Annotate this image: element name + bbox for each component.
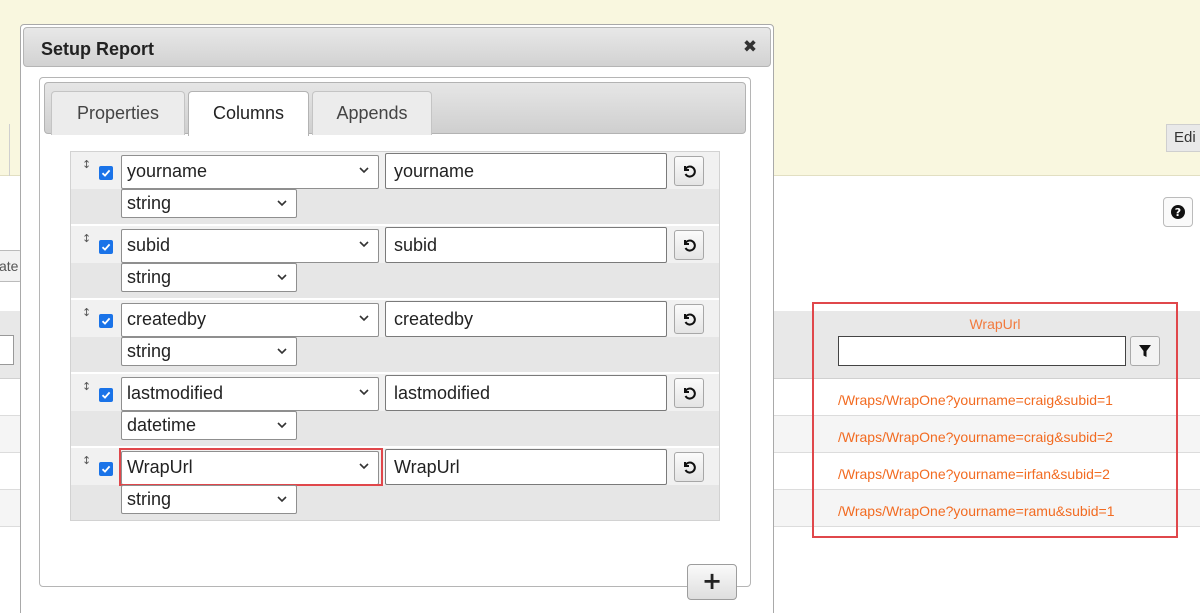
undo-icon bbox=[684, 387, 696, 400]
setup-report-dialog: Setup Report ✖ Properties Columns Append… bbox=[20, 24, 774, 613]
wrapurl-cell[interactable]: /Wraps/WrapOne?yourname=ramu&subid=1 bbox=[838, 503, 1115, 519]
drag-handle-icon[interactable]: ↕ bbox=[82, 158, 91, 171]
column-visible-checkbox[interactable] bbox=[99, 314, 113, 328]
tab-properties[interactable]: Properties bbox=[51, 91, 185, 135]
column-visible-checkbox[interactable] bbox=[99, 462, 113, 476]
chevron-down-icon bbox=[277, 274, 287, 281]
wrapurl-column-header[interactable]: WrapUrl bbox=[814, 316, 1176, 332]
wrapurl-select-highlight bbox=[119, 448, 383, 486]
drag-handle-icon[interactable]: ↕ bbox=[82, 454, 91, 467]
tabs-panel: Properties Columns Appends ↕ yourname yo… bbox=[39, 77, 751, 600]
undo-icon bbox=[684, 165, 696, 178]
column-field-select[interactable]: createdby bbox=[121, 303, 379, 337]
column-row: ↕ lastmodified lastmodified datetime bbox=[71, 374, 719, 446]
reset-button[interactable] bbox=[674, 378, 704, 408]
column-visible-checkbox[interactable] bbox=[99, 166, 113, 180]
chevron-down-icon bbox=[277, 348, 287, 355]
wrapurl-cell[interactable]: /Wraps/WrapOne?yourname=craig&subid=1 bbox=[838, 392, 1113, 408]
filter-button[interactable] bbox=[1130, 336, 1160, 366]
undo-icon bbox=[684, 461, 696, 474]
tab-columns[interactable]: Columns bbox=[188, 91, 309, 136]
column-display-name-input[interactable]: subid bbox=[385, 227, 667, 263]
column-row: ↕ yourname yourname string bbox=[71, 152, 719, 224]
column-type-select[interactable]: string bbox=[121, 485, 297, 514]
create-button[interactable]: ate bbox=[0, 250, 22, 282]
dialog-titlebar[interactable]: Setup Report ✖ bbox=[23, 27, 771, 67]
undo-icon bbox=[684, 239, 696, 252]
chevron-down-icon bbox=[359, 167, 369, 174]
wrapurl-filter-input[interactable] bbox=[838, 336, 1126, 366]
column-visible-checkbox[interactable] bbox=[99, 388, 113, 402]
column-type-select[interactable]: string bbox=[121, 263, 297, 292]
drag-handle-icon[interactable]: ↕ bbox=[82, 306, 91, 319]
chevron-down-icon bbox=[277, 200, 287, 207]
question-circle-icon: ? bbox=[1171, 205, 1185, 219]
drag-handle-icon[interactable]: ↕ bbox=[82, 380, 91, 393]
column-visible-checkbox[interactable] bbox=[99, 240, 113, 254]
close-icon[interactable]: ✖ bbox=[740, 37, 760, 57]
chevron-down-icon bbox=[277, 422, 287, 429]
wrapurl-column-highlight: WrapUrl /Wraps/WrapOne?yourname=craig&su… bbox=[812, 302, 1178, 538]
column-field-select[interactable]: subid bbox=[121, 229, 379, 263]
tab-appends[interactable]: Appends bbox=[312, 91, 432, 135]
reset-button[interactable] bbox=[674, 230, 704, 260]
column-row: ↕ WrapUrl WrapUrl string bbox=[71, 448, 719, 520]
column-display-name-input[interactable]: WrapUrl bbox=[385, 449, 667, 485]
column-type-select[interactable]: string bbox=[121, 337, 297, 366]
tab-strip: Properties Columns Appends bbox=[44, 82, 746, 136]
column-type-select[interactable]: datetime bbox=[121, 411, 297, 440]
background-tab-left[interactable] bbox=[0, 124, 10, 176]
column-field-select[interactable]: yourname bbox=[121, 155, 379, 189]
column-row: ↕ subid subid string bbox=[71, 226, 719, 298]
wrapurl-cell[interactable]: /Wraps/WrapOne?yourname=irfan&subid=2 bbox=[838, 466, 1110, 482]
reset-button[interactable] bbox=[674, 156, 704, 186]
column-display-name-input[interactable]: lastmodified bbox=[385, 375, 667, 411]
dialog-title: Setup Report bbox=[41, 39, 155, 59]
columns-list: ↕ yourname yourname string ↕ subid subid… bbox=[70, 151, 720, 521]
column-field-select[interactable]: lastmodified bbox=[121, 377, 379, 411]
column-display-name-input[interactable]: createdby bbox=[385, 301, 667, 337]
add-column-button[interactable]: + bbox=[687, 564, 737, 600]
filter-icon bbox=[1139, 345, 1151, 357]
column-row: ↕ createdby createdby string bbox=[71, 300, 719, 372]
chevron-down-icon bbox=[359, 389, 369, 396]
edit-tab[interactable]: Edi bbox=[1166, 124, 1200, 152]
undo-icon bbox=[684, 313, 696, 326]
column-type-select[interactable]: string bbox=[121, 189, 297, 218]
wrapurl-cell[interactable]: /Wraps/WrapOne?yourname=craig&subid=2 bbox=[838, 429, 1113, 445]
chevron-down-icon bbox=[277, 496, 287, 503]
reset-button[interactable] bbox=[674, 304, 704, 334]
grid-filter-input-left[interactable] bbox=[0, 335, 14, 365]
column-display-name-input[interactable]: yourname bbox=[385, 153, 667, 189]
reset-button[interactable] bbox=[674, 452, 704, 482]
drag-handle-icon[interactable]: ↕ bbox=[82, 232, 91, 245]
help-button[interactable]: ? bbox=[1163, 197, 1193, 227]
chevron-down-icon bbox=[359, 315, 369, 322]
chevron-down-icon bbox=[359, 241, 369, 248]
